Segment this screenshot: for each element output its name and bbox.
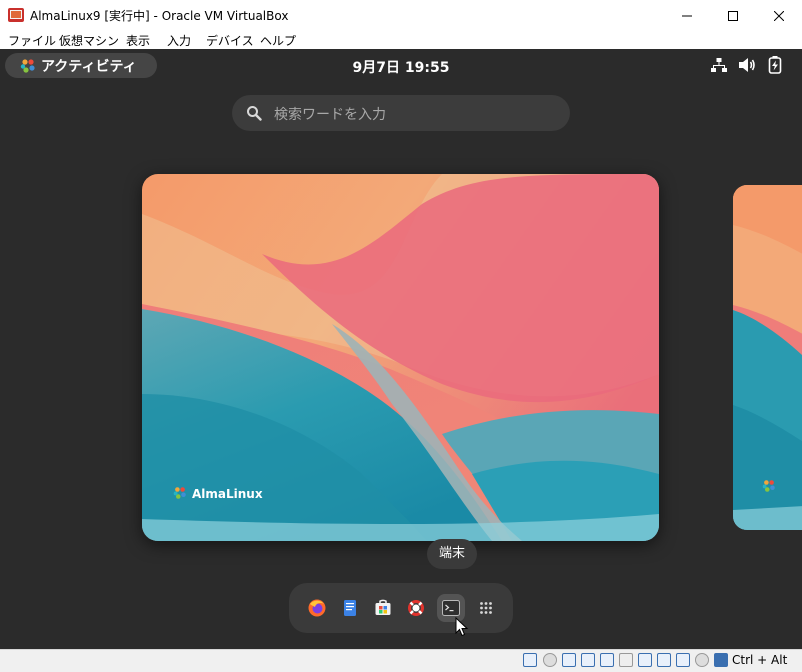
- host-key-icon[interactable]: [714, 653, 728, 667]
- screen-icon[interactable]: [657, 653, 671, 667]
- menu-file[interactable]: ファイル: [8, 32, 56, 49]
- usb-icon[interactable]: [581, 653, 595, 667]
- dash: [289, 583, 513, 633]
- network-adapter-icon[interactable]: [562, 653, 576, 667]
- dash-text-editor[interactable]: [336, 594, 364, 622]
- dash-app-grid[interactable]: [472, 594, 500, 622]
- almalinux-logo-icon: [173, 487, 186, 499]
- host-key-label: Ctrl + Alt: [732, 653, 788, 667]
- help-icon: [408, 600, 424, 616]
- close-icon: [774, 10, 784, 21]
- display-icon[interactable]: [619, 653, 633, 667]
- minimize-button[interactable]: [664, 0, 710, 31]
- recording-icon[interactable]: [638, 653, 652, 667]
- window-title: AlmaLinux9 [実行中] - Oracle VM VirtualBox: [30, 9, 289, 23]
- search-icon: [247, 106, 262, 121]
- dash-tooltip: 端末: [427, 539, 477, 569]
- maximize-button[interactable]: [710, 0, 756, 31]
- search-input[interactable]: 検索ワードを入力: [232, 95, 570, 131]
- menu-view[interactable]: 表示: [126, 32, 150, 49]
- workspace-thumbnail-current[interactable]: AlmaLinux: [142, 174, 659, 541]
- menu-devices[interactable]: デバイス: [206, 32, 254, 49]
- volume-icon[interactable]: [738, 55, 756, 75]
- close-button[interactable]: [756, 0, 802, 31]
- dash-software[interactable]: [369, 594, 397, 622]
- optical-drive-icon[interactable]: [523, 653, 537, 667]
- dash-help[interactable]: [402, 594, 430, 622]
- almalinux-logo-icon: [762, 480, 775, 492]
- clock[interactable]: 9月7日 19:55: [0, 57, 802, 77]
- battery-icon[interactable]: [768, 55, 782, 75]
- wallpaper-brand-text: AlmaLinux: [192, 487, 263, 501]
- wallpaper: [142, 174, 659, 541]
- search-placeholder: 検索ワードを入力: [274, 107, 386, 123]
- minimize-icon: [682, 15, 692, 16]
- window-titlebar: AlmaLinux9 [実行中] - Oracle VM VirtualBox: [0, 0, 802, 31]
- network-icon[interactable]: [711, 55, 727, 75]
- shared-folders-icon[interactable]: [600, 653, 614, 667]
- firefox-icon: [308, 599, 326, 617]
- mouse-cursor-icon: [455, 617, 469, 637]
- menu-bar: ファイル 仮想マシン 表示 入力 デバイス ヘルプ: [0, 31, 802, 49]
- text-editor-icon: [344, 600, 356, 616]
- workspace-thumbnail-next[interactable]: [733, 185, 802, 530]
- software-icon: [375, 599, 391, 615]
- menu-help[interactable]: ヘルプ: [260, 32, 296, 49]
- dash-firefox[interactable]: [303, 594, 331, 622]
- mouse-integration-icon[interactable]: [695, 653, 709, 667]
- cpu-icon[interactable]: [676, 653, 690, 667]
- menu-machine[interactable]: 仮想マシン: [59, 32, 119, 49]
- statusbar: Ctrl + Alt: [0, 649, 802, 672]
- maximize-icon: [728, 10, 738, 21]
- virtualbox-app-icon: [8, 8, 24, 22]
- guest-display[interactable]: アクティビティ 9月7日 19:55 検索ワードを入力 AlmaLinux 端末: [0, 49, 802, 649]
- terminal-icon: [442, 600, 460, 616]
- menu-input[interactable]: 入力: [167, 32, 191, 49]
- audio-icon[interactable]: [543, 653, 557, 667]
- app-grid-icon: [480, 602, 492, 614]
